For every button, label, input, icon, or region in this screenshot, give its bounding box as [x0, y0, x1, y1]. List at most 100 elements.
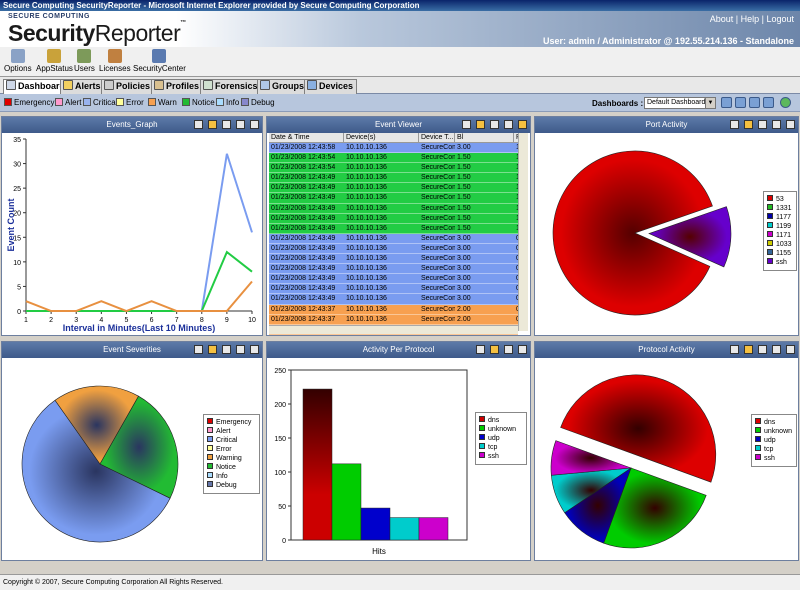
table-icon[interactable]: [250, 345, 259, 354]
export-icon[interactable]: [194, 120, 203, 129]
legend-label: 1199: [776, 223, 792, 230]
severity-item[interactable]: Warn: [148, 98, 177, 107]
horizontal-scrollbar[interactable]: [269, 325, 518, 334]
pencil-icon[interactable]: [504, 345, 513, 354]
table-icon[interactable]: [504, 120, 513, 129]
refresh-icon[interactable]: [208, 345, 217, 354]
protocol-bar-legend: dns unknown udp tcp ssh: [475, 412, 527, 465]
refresh-icon[interactable]: [744, 345, 753, 354]
help-icon[interactable]: [780, 97, 791, 108]
refresh-icon[interactable]: [476, 120, 485, 129]
tab-alerts[interactable]: Alerts: [60, 79, 105, 94]
appstatus-button[interactable]: AppStatus: [36, 49, 73, 73]
tab-devices[interactable]: Devices: [304, 79, 358, 94]
grid-icon[interactable]: [772, 345, 781, 354]
table-row[interactable]: 01/23/2008 12:43:54 10.10.10.136 SecureCom…: [269, 163, 520, 174]
tab-profiles[interactable]: Profiles: [151, 79, 204, 94]
table-row[interactable]: 01/23/2008 12:43:49 10.10.10.136 SecureCom…: [269, 274, 520, 285]
save-dashboard-icon[interactable]: [735, 97, 746, 108]
copy-dashboard-icon[interactable]: [749, 97, 760, 108]
grid-icon[interactable]: [236, 120, 245, 129]
refresh-icon[interactable]: [744, 120, 753, 129]
tab-policies[interactable]: Policies: [101, 79, 155, 94]
bar: [418, 517, 449, 541]
severity-item[interactable]: Error: [116, 98, 144, 107]
cell-date: 01/23/2008 12:43:49: [271, 285, 336, 293]
filter-icon[interactable]: [518, 120, 527, 129]
cell-device: 10.10.10.136: [346, 275, 387, 283]
tab-groups[interactable]: Groups: [257, 79, 309, 94]
panel-event-severities: Event Severities Emergency Alert Critical E…: [1, 341, 263, 561]
severities-legend: Emergency Alert Critical Error Warning Notice…: [203, 414, 260, 494]
legend-swatch: [479, 434, 485, 440]
options-button[interactable]: Options: [4, 49, 32, 73]
pencil-icon[interactable]: [222, 120, 231, 129]
tab-forensics[interactable]: Forensics: [200, 79, 262, 94]
table-row[interactable]: 01/23/2008 12:43:49 10.10.10.136 SecureCom…: [269, 243, 520, 255]
col-bl[interactable]: Bl: [455, 133, 514, 143]
cell-date: 01/23/2008 12:43:37: [271, 305, 336, 313]
table-row[interactable]: 01/23/2008 12:43:49 10.10.10.136 SecureCom…: [269, 203, 520, 214]
panel-header: Protocol Activity: [535, 342, 798, 358]
cell-date: 01/23/2008 12:43:49: [271, 265, 336, 273]
licenses-button[interactable]: Licenses: [99, 49, 131, 73]
severity-item[interactable]: Info: [216, 98, 239, 107]
table-row[interactable]: 01/23/2008 12:43:49 10.10.10.136 SecureCom…: [269, 173, 520, 184]
tab-label: Alerts: [75, 81, 101, 91]
pencil-icon[interactable]: [490, 120, 499, 129]
table-row[interactable]: 01/23/2008 12:43:37 10.10.10.136 SecureCom…: [269, 304, 520, 315]
grid-icon[interactable]: [236, 345, 245, 354]
table-row[interactable]: 01/23/2008 12:43:49 10.10.10.136 SecureCom…: [269, 183, 520, 194]
export-icon[interactable]: [476, 345, 485, 354]
grid-icon[interactable]: [772, 120, 781, 129]
col-date[interactable]: Date & Time: [269, 133, 344, 143]
table-row[interactable]: 01/23/2008 12:43:49 10.10.10.136 SecureCom…: [269, 294, 520, 305]
y-tick-label: 35: [13, 137, 21, 144]
cell-device: 10.10.10.136: [346, 224, 387, 232]
table-icon[interactable]: [786, 120, 795, 129]
edit-dashboard-icon[interactable]: [763, 97, 774, 108]
table-row[interactable]: 01/23/2008 12:43:58 10.10.10.136 SecureCom…: [269, 143, 520, 154]
export-icon[interactable]: [730, 345, 739, 354]
table-row[interactable]: 01/23/2008 12:43:49 10.10.10.136 SecureCom…: [269, 254, 520, 265]
refresh-icon[interactable]: [208, 120, 217, 129]
export-icon[interactable]: [730, 120, 739, 129]
table-icon[interactable]: [518, 345, 527, 354]
legend-item: 1177: [767, 213, 793, 222]
col-device[interactable]: Device(s): [344, 133, 419, 143]
table-icon[interactable]: [786, 345, 795, 354]
pencil-icon[interactable]: [758, 120, 767, 129]
cell-bl: 3.00: [457, 244, 471, 252]
legend-swatch: [755, 445, 761, 451]
table-row[interactable]: 01/23/2008 12:43:49 10.10.10.136 SecureCom…: [269, 264, 520, 275]
table-icon[interactable]: [250, 120, 259, 129]
refresh-icon[interactable]: [490, 345, 499, 354]
col-device-type[interactable]: Device T...: [419, 133, 455, 143]
securitycenter-button[interactable]: SecurityCenter: [133, 49, 186, 73]
cell-type: SecureComp...: [421, 315, 455, 323]
severity-item[interactable]: Notice: [182, 98, 215, 107]
table-row[interactable]: 01/23/2008 12:43:49 10.10.10.136 SecureCom…: [269, 213, 520, 224]
table-row[interactable]: 01/23/2008 12:43:49 10.10.10.136 SecureCom…: [269, 284, 520, 295]
users-button[interactable]: Users: [74, 49, 95, 73]
pencil-icon[interactable]: [222, 345, 231, 354]
table-row[interactable]: 01/23/2008 12:43:49 10.10.10.136 SecureCom…: [269, 233, 520, 244]
severity-item[interactable]: Critical: [83, 98, 117, 107]
table-row[interactable]: 01/23/2008 12:43:49 10.10.10.136 SecureCom…: [269, 193, 520, 204]
pencil-icon[interactable]: [758, 345, 767, 354]
legend-swatch: [479, 425, 485, 431]
severity-item[interactable]: Emergency: [4, 98, 54, 107]
export-icon[interactable]: [194, 345, 203, 354]
vertical-scrollbar[interactable]: [518, 133, 528, 331]
table-row[interactable]: 01/23/2008 12:43:49 10.10.10.136 SecureCom…: [269, 223, 520, 234]
add-dashboard-icon[interactable]: [721, 97, 732, 108]
dashboard-select[interactable]: Default Dashboard ▼: [644, 97, 716, 109]
top-links[interactable]: About | Help | Logout: [710, 14, 794, 24]
table-row[interactable]: 01/23/2008 12:43:54 10.10.10.136 SecureCom…: [269, 153, 520, 164]
table-row[interactable]: 01/23/2008 12:43:37 10.10.10.136 SecureCom…: [269, 314, 520, 325]
severity-item[interactable]: Alert: [55, 98, 81, 107]
chevron-down-icon: ▼: [705, 98, 715, 108]
severity-item[interactable]: Debug: [241, 98, 275, 107]
panel-title: Events_Graph: [106, 120, 158, 129]
export-icon[interactable]: [462, 120, 471, 129]
